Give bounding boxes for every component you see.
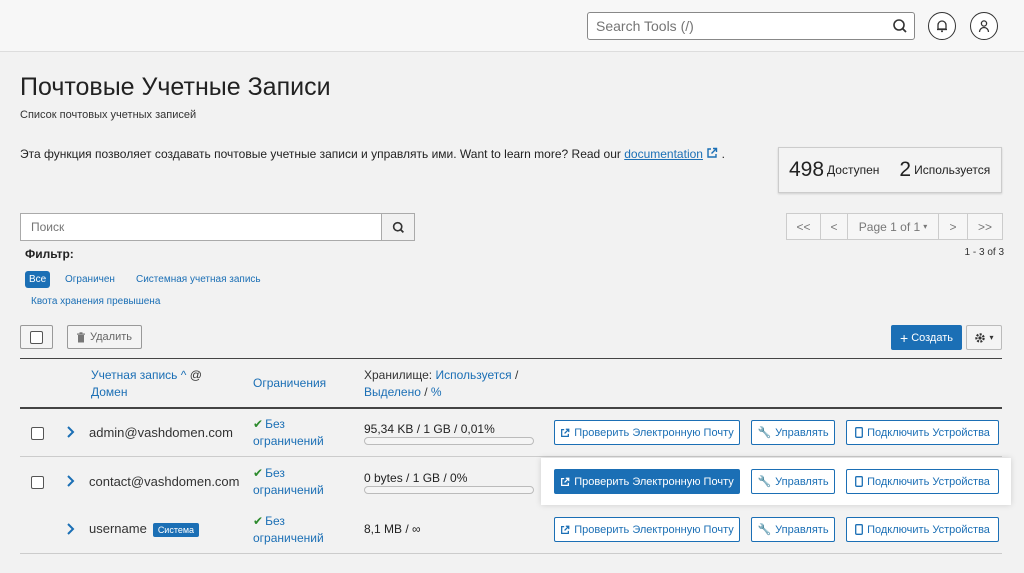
account-search-input[interactable] [21,214,381,240]
caret-down-icon: ▾ [989,333,994,342]
storage-usage-bar [364,437,534,445]
sort-up-icon[interactable]: ^ [181,368,187,382]
highlighted-actions: Проверить Электронную Почту 🔧 Управлять … [541,458,1011,505]
filter-restricted[interactable]: Ограничен [65,274,115,285]
filter-system-account[interactable]: Системная учетная запись [136,274,261,285]
chevron-right-icon[interactable] [66,425,76,439]
intro-text: Эта функция позволяет создавать почтовые… [20,147,725,161]
notifications-button[interactable] [928,12,956,40]
wrench-icon: 🔧 [757,524,772,536]
available-count: 498 [789,158,825,181]
manage-button[interactable]: 🔧 Управлять [751,469,835,494]
sort-limits-link[interactable]: Ограничения [253,376,326,390]
storage-usage-bar [364,486,534,494]
phone-icon [855,476,864,487]
intro-body: Эта функция позволяет создавать почтовые… [20,147,621,161]
user-menu-button[interactable] [970,12,998,40]
external-link-icon [561,525,570,534]
pagination: << < Page 1 of 1 ▾ > >> [786,213,1003,240]
user-icon [978,20,990,33]
table-row: username Система ✔ Без ограничений 8,1 MB … [20,506,1002,554]
account-search[interactable] [20,213,415,241]
account-address: admin@vashdomen.com [89,425,233,440]
page-subtitle: Список почтовых учетных записей [20,109,197,121]
phone-icon [855,524,864,535]
connect-devices-button[interactable]: Подключить Устройства [846,420,999,445]
table-row: admin@vashdomen.com ✔ Без ограничений 95,… [20,409,1002,457]
sort-used-link[interactable]: Используется [435,368,511,382]
row-checkbox[interactable] [31,427,44,440]
used-label: Используется [914,163,991,177]
limit-status: ✔ Без ограничений [253,417,324,448]
manage-button[interactable]: 🔧 Управлять [751,420,835,445]
search-icon[interactable] [892,18,908,34]
sort-account-link[interactable]: Учетная запись [91,368,177,382]
wrench-icon: 🔧 [757,476,772,488]
account-address: username Система [89,521,200,537]
trash-icon [77,331,85,342]
page-title: Почтовые Учетные Записи [20,73,331,101]
chevron-right-icon[interactable] [66,474,76,488]
account-address: contact@vashdomen.com [89,474,240,489]
system-badge: Система [152,522,200,537]
check-email-button[interactable]: Проверить Электронную Почту [554,469,740,494]
storage-usage-text: 95,34 KB / 1 GB / 0,01% [364,422,495,436]
plus-icon: + [900,329,909,346]
gear-icon [975,332,986,343]
external-link-icon [561,428,570,437]
external-link-icon [561,477,570,486]
connect-devices-button[interactable]: Подключить Устройства [846,517,999,542]
storage-usage-text: 0 bytes / 1 GB / 0% [364,471,468,485]
check-icon: ✔ [253,466,264,480]
search-tools-input[interactable] [588,13,878,39]
header-storage: Хранилище: Используется / Выделено / % [364,368,519,399]
create-button[interactable]: + Создать [891,325,962,350]
storage-usage-text: 8,1 MB / ∞ [364,522,421,536]
search-tools-field[interactable] [587,12,915,40]
results-count: 1 - 3 of 3 [964,247,1004,258]
connect-devices-button[interactable]: Подключить Устройства [846,469,999,494]
filter-quota-exceeded[interactable]: Квота хранения превышена [31,296,160,307]
sort-allocated-link[interactable]: Выделено [364,385,421,399]
pager-last[interactable]: >> [968,214,1002,239]
sort-percent-link[interactable]: % [431,385,442,399]
delete-button[interactable]: Удалить [67,325,142,349]
phone-icon [855,427,864,438]
select-all-toggle[interactable] [20,325,53,349]
limit-status: ✔ Без ограничений [253,514,324,545]
filter-label: Фильтр: [25,247,74,261]
row-checkbox[interactable] [31,476,44,489]
documentation-link[interactable]: documentation [624,147,703,161]
select-all-checkbox[interactable] [30,330,43,344]
settings-dropdown-button[interactable]: ▾ [966,325,1002,350]
pager-prev[interactable]: < [821,214,848,239]
header-account: Учетная запись ^ @ Домен [91,368,202,399]
top-bar [0,0,1024,52]
check-email-button[interactable]: Проверить Электронную Почту [554,517,740,542]
limit-status: ✔ Без ограничений [253,466,324,497]
pager-page-select[interactable]: Page 1 of 1 ▾ [848,214,939,239]
check-email-button[interactable]: Проверить Электронную Почту [554,420,740,445]
used-count: 2 [899,158,912,181]
pager-first[interactable]: << [787,214,821,239]
bell-icon [937,20,947,33]
stats-panel: 498 Доступен 2 Используется [778,147,1002,193]
available-label: Доступен [827,163,880,177]
caret-down-icon: ▾ [923,222,928,231]
wrench-icon: 🔧 [757,427,772,439]
external-link-icon[interactable] [706,147,718,159]
intro-end: . [721,147,725,161]
sort-domain-link[interactable]: Домен [91,385,128,399]
table-top-border [20,358,1002,359]
header-limits: Ограничения [253,375,326,392]
filter-all[interactable]: Все [25,271,51,288]
chevron-right-icon[interactable] [66,522,76,536]
check-icon: ✔ [253,417,264,431]
manage-button[interactable]: 🔧 Управлять [751,517,835,542]
pager-next[interactable]: > [939,214,968,239]
check-icon: ✔ [253,514,264,528]
account-search-button[interactable] [381,214,414,240]
search-icon [392,221,404,233]
